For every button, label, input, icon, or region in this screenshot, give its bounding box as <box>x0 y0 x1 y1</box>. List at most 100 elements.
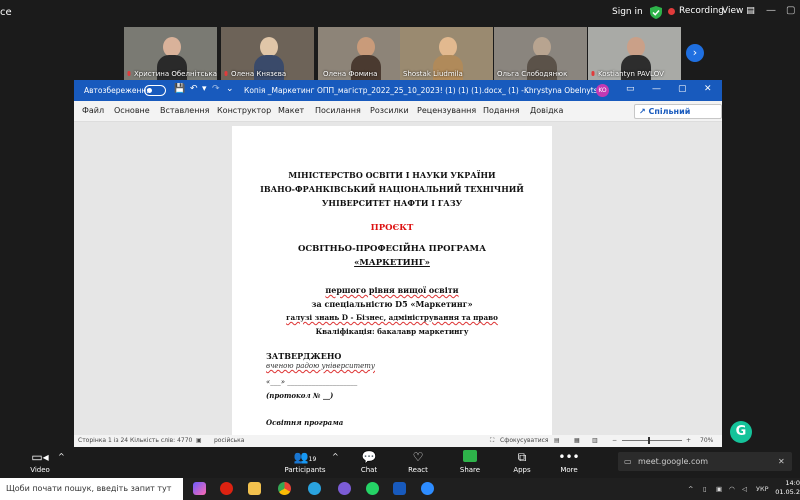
chrome-icon[interactable] <box>278 482 291 495</box>
participants-count: 19 <box>308 456 317 463</box>
recording-indicator[interactable]: Recording <box>668 6 724 16</box>
share-screen-button[interactable]: Share <box>445 450 495 474</box>
opera-icon[interactable] <box>220 482 233 495</box>
participants-options-chevron-icon[interactable]: ^ <box>332 452 339 461</box>
tab-review[interactable]: Рецензування <box>417 106 476 115</box>
tab-view[interactable]: Подання <box>483 106 520 115</box>
level-line: першого рівня вищої освіти <box>325 285 459 295</box>
chat-icon: 💬 <box>361 450 377 464</box>
zoom-taskbar-icon[interactable] <box>421 482 434 495</box>
user-avatar[interactable]: KO <box>596 84 609 97</box>
zoom-out-icon[interactable]: − <box>612 437 617 444</box>
participant-tile[interactable]: Христина Обелнітська <box>124 27 217 80</box>
customize-toolbar-icon[interactable]: ⌄ <box>226 84 234 94</box>
shield-check-icon[interactable] <box>650 6 662 19</box>
participant-tile[interactable]: Олена Фомина <box>318 27 411 80</box>
tab-layout[interactable]: Макет <box>278 106 304 115</box>
proofing-icon[interactable]: ▣ <box>196 437 202 444</box>
keyboard-language[interactable]: УКР <box>756 485 769 493</box>
specialty-line: за спеціальністю D5 «Маркетинг» <box>311 299 473 309</box>
mic-muted-icon <box>127 71 131 76</box>
zoom-in-icon[interactable]: + <box>686 437 691 444</box>
zoom-slider-thumb[interactable] <box>648 437 650 444</box>
react-button[interactable]: ♡ React <box>393 450 443 474</box>
tab-design[interactable]: Конструктор <box>217 106 271 115</box>
read-mode-icon[interactable]: ▤ <box>554 437 560 444</box>
program-footer: Освітня програма <box>266 418 344 427</box>
redo-icon[interactable]: ↷ <box>212 84 220 94</box>
participant-name: Kostiantyn PAVLOV <box>598 70 664 78</box>
wifi-icon[interactable]: ◠ <box>729 485 735 493</box>
minimize-icon[interactable]: — <box>766 5 776 16</box>
usb-icon[interactable]: ▯ <box>703 485 707 493</box>
share-icon: ↗ <box>639 107 646 116</box>
browser-tab-icon: ▭ <box>624 457 632 466</box>
web-layout-icon[interactable]: ▥ <box>592 437 598 444</box>
qualification-line: Кваліфікація: бакалавр маркетингу <box>315 327 469 336</box>
header-line-3: УНІВЕРСИТЕТ НАФТИ І ГАЗУ <box>321 198 463 208</box>
undo-icon[interactable]: ↶ <box>190 84 198 94</box>
restore-icon[interactable]: ▢ <box>678 84 687 94</box>
word-taskbar-icon[interactable] <box>393 482 406 495</box>
share-button[interactable]: ↗ Спільний доступ <box>634 104 722 129</box>
chat-button[interactable]: 💬 Chat <box>344 450 394 474</box>
word-count[interactable]: Кількість слів: 4770 <box>130 437 192 444</box>
word-window: Автозбереження 💾 ↶ ▾ ↷ ⌄ Копія _Маркетин… <box>74 80 722 447</box>
participant-tile[interactable]: Ольга Слободянюк <box>494 27 587 80</box>
sign-in-link[interactable]: Sign in <box>612 7 643 17</box>
focus-mode[interactable]: Сфокусуватися <box>500 437 549 444</box>
meet-tab-notice[interactable]: ▭ meet.google.com ✕ <box>618 452 792 471</box>
clock-time: 14:0 <box>785 479 800 487</box>
tab-references[interactable]: Посилання <box>315 106 361 115</box>
language[interactable]: російська <box>214 437 244 444</box>
more-button[interactable]: ••• More <box>544 450 594 474</box>
volume-icon[interactable]: ◁ <box>742 485 747 493</box>
viber-icon[interactable] <box>338 482 351 495</box>
word-title-bar: Автозбереження 💾 ↶ ▾ ↷ ⌄ Копія _Маркетин… <box>74 80 722 101</box>
program-title: ОСВІТНЬО-ПРОФЕСІЙНА ПРОГРАМА <box>297 244 487 254</box>
tab-help[interactable]: Довідка <box>530 106 563 115</box>
telegram-icon[interactable] <box>308 482 321 495</box>
document-page[interactable]: МІНІСТЕРСТВО ОСВІТИ І НАУКИ УКРАЇНИ ІВАН… <box>232 126 552 435</box>
participants-label: Participants <box>284 466 326 474</box>
document-canvas[interactable]: МІНІСТЕРСТВО ОСВІТИ І НАУКИ УКРАЇНИ ІВАН… <box>74 122 722 435</box>
video-options-chevron-icon[interactable]: ^ <box>58 452 65 461</box>
ribbon-display-icon[interactable]: ▭ <box>626 84 635 94</box>
clock-date: 01.05.2 <box>775 488 800 496</box>
undo-dropdown-icon[interactable]: ▾ <box>202 84 207 94</box>
minimize-icon[interactable]: — <box>652 84 661 94</box>
system-clock[interactable]: 14:0 01.05.2 <box>774 479 800 497</box>
grammarly-icon[interactable]: G <box>730 421 752 443</box>
autosave-toggle[interactable] <box>144 85 166 96</box>
view-button[interactable]: View ▤ <box>722 6 755 16</box>
zoom-slider[interactable] <box>622 440 682 441</box>
tab-file[interactable]: Файл <box>82 106 104 115</box>
view-grid-icon: ▤ <box>746 6 755 16</box>
participant-tile[interactable]: Shostak Liudmila <box>400 27 493 80</box>
copilot-icon[interactable] <box>193 482 206 495</box>
taskbar-search[interactable]: Щоби почати пошук, введіть запит тут <box>0 478 183 500</box>
whatsapp-icon[interactable] <box>366 482 379 495</box>
tab-home[interactable]: Основне <box>114 106 150 115</box>
tray-chevron-icon[interactable]: ^ <box>688 485 693 493</box>
tab-insert[interactable]: Вставлення <box>160 106 209 115</box>
project-label: ПРОЄКТ <box>370 223 414 233</box>
page-count[interactable]: Сторінка 1 із 24 <box>78 437 128 444</box>
participant-tile[interactable]: Kostiantyn PAVLOV <box>588 27 681 80</box>
focus-icon[interactable]: ⛶ <box>490 437 494 445</box>
zoom-level[interactable]: 70% <box>700 437 713 444</box>
apps-button[interactable]: ⧉ Apps <box>497 450 547 474</box>
print-layout-icon[interactable]: ▦ <box>574 437 580 444</box>
close-icon[interactable]: ✕ <box>778 457 785 466</box>
tab-mailings[interactable]: Розсилки <box>370 106 409 115</box>
next-page-arrow-icon[interactable]: › <box>686 44 704 62</box>
participants-button[interactable]: 👥19 Participants <box>280 450 330 474</box>
participant-tile[interactable]: Олена Князєва <box>221 27 314 80</box>
save-icon[interactable]: 💾 <box>174 84 185 94</box>
close-icon[interactable]: ✕ <box>704 84 712 94</box>
user-name: Khrystyna Obelnytska <box>524 86 607 95</box>
file-explorer-icon[interactable] <box>248 482 261 495</box>
heart-icon: ♡ <box>412 450 424 464</box>
maximize-icon[interactable]: ▢ <box>786 5 795 16</box>
network-icon[interactable]: ▣ <box>716 485 722 493</box>
